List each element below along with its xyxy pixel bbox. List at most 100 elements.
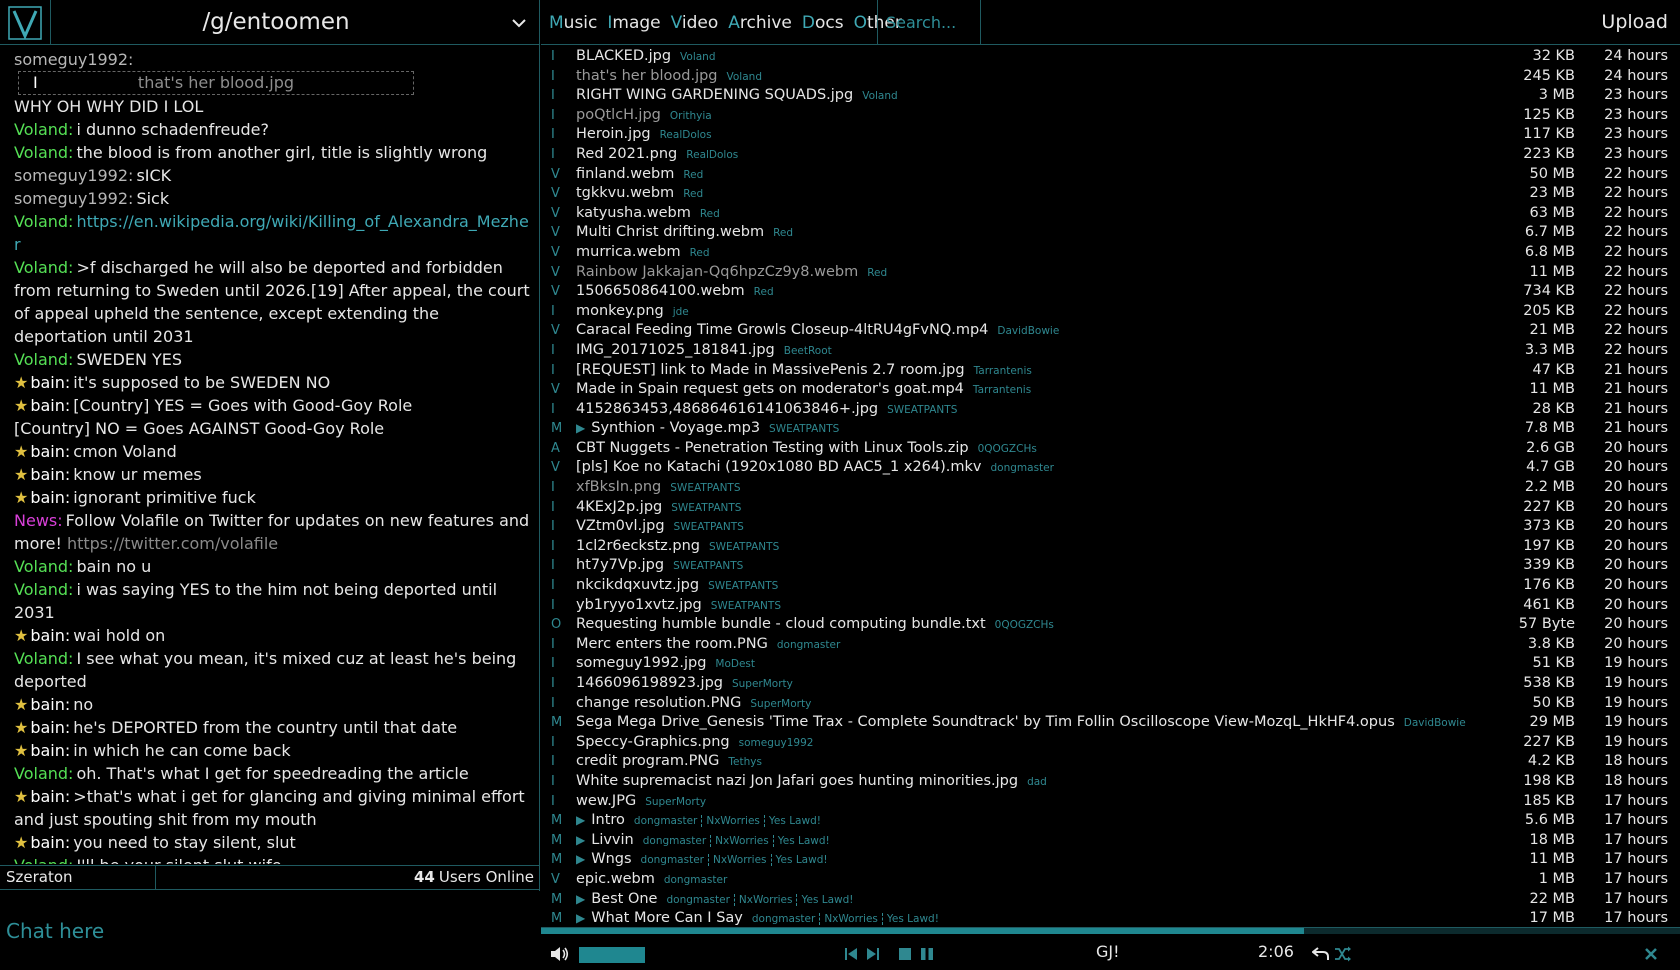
- play-icon[interactable]: ▶: [576, 911, 585, 925]
- repeat-icon[interactable]: [1311, 944, 1331, 964]
- file-name[interactable]: Multi Christ drifting.webm: [576, 224, 764, 240]
- search-input[interactable]: [878, 0, 980, 45]
- file-uploader[interactable]: SWEATPANTS: [674, 521, 744, 533]
- file-uploader[interactable]: dongmaster: [752, 913, 815, 925]
- file-row[interactable]: A CBT Nuggets - Penetration Testing with …: [541, 439, 1680, 459]
- chat-nick[interactable]: bain:: [30, 741, 70, 760]
- volume-slider[interactable]: [579, 947, 645, 963]
- file-row[interactable]: I [REQUEST] link to Made in MassivePenis …: [541, 361, 1680, 381]
- file-row[interactable]: Isomeguy1992.jpg MoDest 51 KB 19 hours: [541, 654, 1680, 674]
- file-row[interactable]: M ▶ Synthion - Voyage.mp3 SWEATPANTS 7.8 MB 2…: [541, 419, 1680, 439]
- file-name[interactable]: [pls] Koe no Katachi (1920x1080 BD AAC5_…: [576, 459, 982, 475]
- file-name[interactable]: CBT Nuggets - Penetration Testing with L…: [576, 440, 969, 456]
- file-uploader[interactable]: Red: [683, 188, 703, 200]
- file-name[interactable]: murrica.webm: [576, 244, 681, 260]
- file-row[interactable]: M ▶ Wngs dongmaster NxWorries Yes Lawd! 11 MB 1…: [541, 850, 1680, 870]
- file-name[interactable]: Made in Spain request gets on moderator'…: [576, 381, 964, 397]
- file-name[interactable]: BLACKED.jpg: [576, 48, 671, 64]
- filter-tab-image[interactable]: Image: [607, 13, 660, 33]
- file-name[interactable]: nkcikdqxuvtz.jpg: [576, 577, 699, 593]
- file-tag[interactable]: NxWorries: [701, 815, 760, 828]
- filter-tab-video[interactable]: Video: [671, 13, 719, 33]
- file-uploader[interactable]: RealDolos: [660, 129, 712, 141]
- file-name[interactable]: monkey.png: [576, 303, 664, 319]
- file-name[interactable]: xfBksIn.png: [576, 479, 661, 495]
- file-name[interactable]: epic.webm: [576, 871, 655, 887]
- file-uploader[interactable]: jde: [673, 306, 689, 318]
- file-uploader[interactable]: MoDest: [715, 658, 755, 670]
- file-uploader[interactable]: SuperMorty: [732, 678, 793, 690]
- upload-button[interactable]: Upload: [1601, 0, 1668, 45]
- file-uploader[interactable]: 0QOGZCHs: [995, 619, 1054, 631]
- file-row[interactable]: M Sega Mega Drive_Genesis 'Time Trax - Co…: [541, 713, 1680, 733]
- file-name[interactable]: change resolution.PNG: [576, 695, 741, 711]
- file-row[interactable]: I Merc enters the room.PNG dongmaster 3.8 K…: [541, 635, 1680, 655]
- file-uploader[interactable]: dongmaster: [666, 894, 729, 906]
- file-row[interactable]: I 1466096198923.jpg SuperMorty 538 KB 19 hou…: [541, 674, 1680, 694]
- chat-nick[interactable]: Voland:: [14, 856, 73, 864]
- file-name[interactable]: Speccy-Graphics.png: [576, 734, 730, 750]
- file-row[interactable]: I BLACKED.jpg Voland 32 KB 24 hours: [541, 47, 1680, 67]
- file-name[interactable]: [REQUEST] link to Made in MassivePenis 2…: [576, 362, 965, 378]
- file-row[interactable]: Vkatyusha.webm Red 63 MB 22 hours: [541, 204, 1680, 224]
- file-uploader[interactable]: Red: [700, 208, 720, 220]
- file-uploader[interactable]: someguy1992: [739, 737, 814, 749]
- pause-icon[interactable]: [919, 944, 935, 964]
- file-uploader[interactable]: Red: [867, 267, 887, 279]
- play-icon[interactable]: ▶: [576, 421, 585, 435]
- file-uploader[interactable]: Voland: [680, 51, 715, 63]
- file-name[interactable]: ht7y7Vp.jpg: [576, 557, 664, 573]
- chevron-down-icon[interactable]: [510, 14, 528, 32]
- file-tag[interactable]: Yes Lawd!: [770, 854, 828, 867]
- filter-tab-docs[interactable]: Docs: [802, 13, 844, 33]
- file-name[interactable]: that's her blood.jpg: [576, 68, 718, 84]
- file-row[interactable]: V 1506650864100.webm Red 734 KB 22 hours: [541, 282, 1680, 302]
- file-name[interactable]: 1cl2r6eckstz.png: [576, 538, 700, 554]
- play-icon[interactable]: ▶: [576, 813, 585, 827]
- chat-link[interactable]: https://twitter.com/volafile: [67, 534, 278, 553]
- file-uploader[interactable]: SWEATPANTS: [708, 580, 778, 592]
- file-row[interactable]: M ▶ Livvin dongmaster NxWorries Yes Lawd! 18 M…: [541, 831, 1680, 851]
- file-uploader[interactable]: SWEATPANTS: [887, 404, 957, 416]
- chat-nick[interactable]: bain:: [30, 465, 70, 484]
- file-uploader[interactable]: 0QOGZCHs: [978, 443, 1037, 455]
- file-row[interactable]: Vmurrica.webm Red 6.8 MB 22 hours: [541, 243, 1680, 263]
- file-name[interactable]: 4152863453,486864616141063846+.jpg: [576, 401, 878, 417]
- file-row[interactable]: I Red 2021.png RealDolos 223 KB 23 hours: [541, 145, 1680, 165]
- file-row[interactable]: V Multi Christ drifting.webm Red 6.7 MB 22 h…: [541, 223, 1680, 243]
- file-name[interactable]: Heroin.jpg: [576, 126, 651, 142]
- file-uploader[interactable]: dongmaster: [641, 854, 704, 866]
- file-row[interactable]: M ▶ Best One dongmaster NxWorries Yes Lawd! 22…: [541, 890, 1680, 910]
- file-name[interactable]: credit program.PNG: [576, 753, 719, 769]
- chat-nick[interactable]: Voland:: [14, 764, 73, 783]
- file-name[interactable]: Wngs: [591, 851, 631, 867]
- play-icon[interactable]: ▶: [576, 892, 585, 906]
- file-name[interactable]: Requesting humble bundle - cloud computi…: [576, 616, 986, 632]
- file-name[interactable]: 1466096198923.jpg: [576, 675, 723, 691]
- file-uploader[interactable]: dad: [1027, 776, 1047, 788]
- chat-nick[interactable]: Voland:: [14, 120, 73, 139]
- file-row[interactable]: I RIGHT WING GARDENING SQUADS.jpg Voland 3 …: [541, 86, 1680, 106]
- chat-nick[interactable]: bain:: [30, 488, 70, 507]
- file-row[interactable]: V [pls] Koe no Katachi (1920x1080 BD AAC5…: [541, 458, 1680, 478]
- stop-icon[interactable]: [897, 944, 913, 964]
- chat-nick[interactable]: Voland:: [14, 143, 73, 162]
- file-row[interactable]: I 1cl2r6eckstz.png SWEATPANTS 197 KB 20 hour…: [541, 537, 1680, 557]
- file-row[interactable]: Vtgkkvu.webm Red 23 MB 22 hours: [541, 184, 1680, 204]
- file-tag[interactable]: NxWorries: [733, 893, 793, 906]
- file-name[interactable]: finland.webm: [576, 166, 674, 182]
- chat-nick[interactable]: bain:: [30, 718, 70, 737]
- chat-nick[interactable]: someguy1992:: [14, 50, 133, 69]
- file-uploader[interactable]: RealDolos: [686, 149, 738, 161]
- file-row[interactable]: Vfinland.webm Red 50 MB 22 hours: [541, 165, 1680, 185]
- file-name[interactable]: someguy1992.jpg: [576, 655, 706, 671]
- chat-nick[interactable]: bain:: [30, 442, 70, 461]
- chat-nick[interactable]: someguy1992:: [14, 166, 133, 185]
- room-title[interactable]: /g/entoomen: [52, 0, 500, 45]
- user-count[interactable]: 44 Users Online: [414, 866, 534, 889]
- chat-nick[interactable]: Voland:: [14, 649, 73, 668]
- chat-nick[interactable]: bain:: [30, 787, 70, 806]
- chat-nick[interactable]: someguy1992:: [14, 189, 133, 208]
- file-row[interactable]: M ▶ Intro dongmaster NxWorries Yes Lawd! 5.6 M…: [541, 811, 1680, 831]
- chat-nick[interactable]: Voland:: [14, 258, 73, 277]
